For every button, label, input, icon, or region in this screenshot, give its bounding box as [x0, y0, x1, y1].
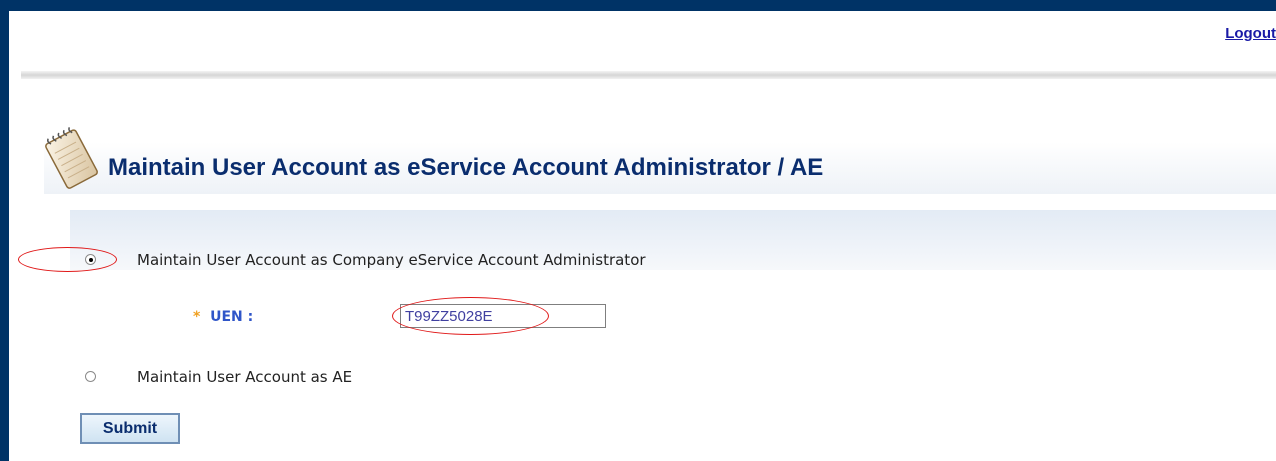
header-divider: [21, 71, 1276, 79]
option-company-admin-label: Maintain User Account as Company eServic…: [137, 251, 646, 269]
content-frame: Logout Maintain User Account as eService…: [9, 11, 1276, 461]
uen-label: * UEN :: [193, 309, 253, 325]
uen-input[interactable]: [400, 304, 606, 328]
radio-company-admin[interactable]: [85, 254, 96, 265]
radio-ae[interactable]: [85, 371, 96, 382]
option-ae-label: Maintain User Account as AE: [137, 368, 353, 386]
page-title: Maintain User Account as eService Accoun…: [108, 154, 824, 181]
logout-link[interactable]: Logout: [1225, 25, 1276, 42]
submit-button[interactable]: Submit: [80, 413, 180, 444]
notepad-icon: [45, 127, 98, 189]
uen-label-text: UEN :: [210, 309, 254, 325]
required-marker: *: [193, 309, 201, 325]
